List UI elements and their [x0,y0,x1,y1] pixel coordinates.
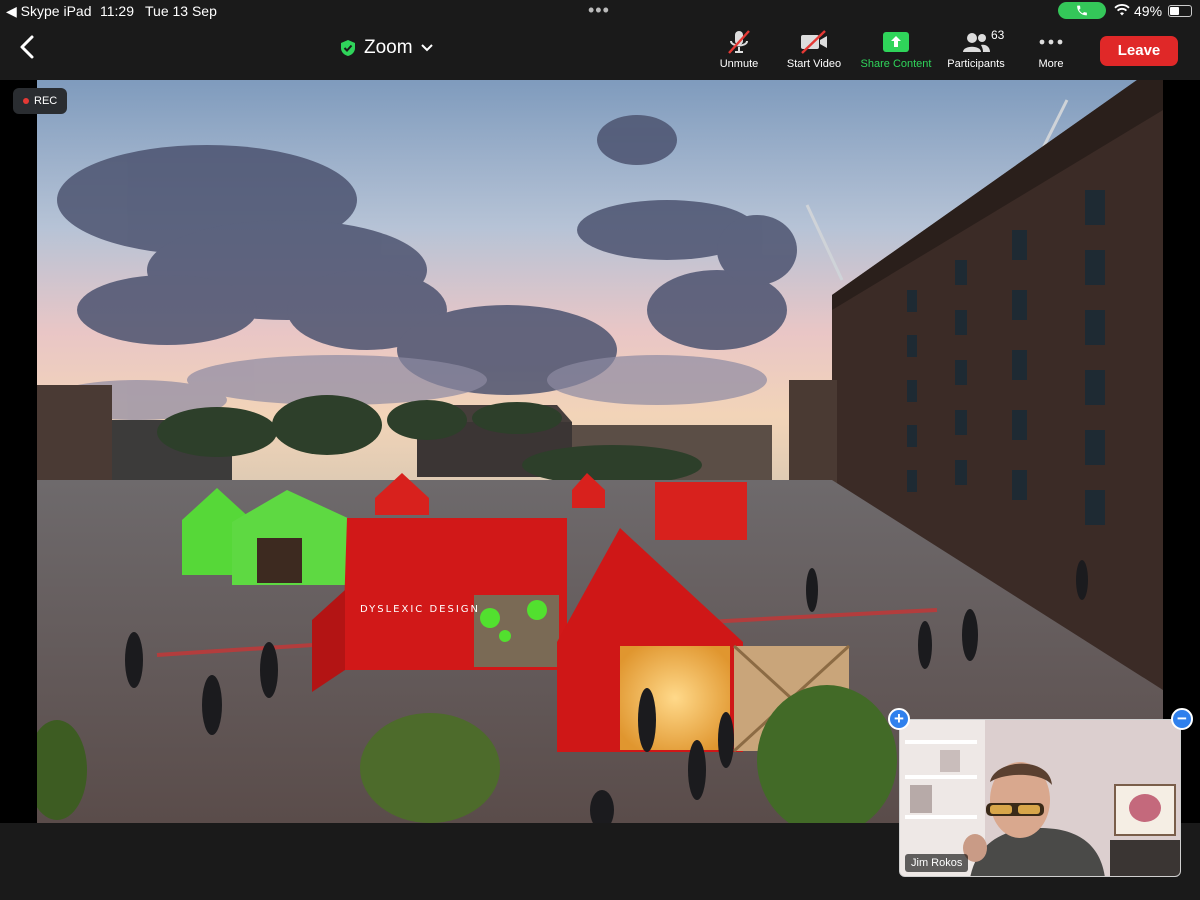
meeting-title-dropdown[interactable]: Zoom [340,36,433,60]
recording-badge: REC [13,88,67,114]
start-video-button[interactable]: Start Video [769,28,859,70]
participant-name-label: Jim Rokos [905,854,969,872]
microphone-muted-icon [728,30,750,54]
minimize-video-button[interactable]: − [1171,708,1193,730]
share-content-label: Share Content [860,58,932,70]
phone-icon [1077,5,1087,16]
shared-photo: DYSLEXIC DESIGN [37,80,1163,823]
start-video-label: Start Video [786,58,842,70]
recording-dot-icon [23,98,29,104]
ios-status-bar: ◀ Skype iPad 11:29 Tue 13 Sep ••• 49% [0,0,1200,22]
participants-count-badge: 63 [991,28,1005,42]
back-to-app-link[interactable]: ◀ Skype iPad [6,3,91,20]
multitasking-dots-icon[interactable]: ••• [588,0,610,21]
minus-icon: − [1177,709,1187,728]
meeting-toolbar: Zoom Unmute Start Video Share Content Pa… [0,22,1200,80]
chevron-left-icon [20,35,34,59]
leave-button[interactable]: Leave [1100,36,1178,66]
battery-icon [1168,5,1192,17]
meeting-title: Zoom [364,37,413,58]
chevron-down-icon [420,44,433,52]
status-date: Tue 13 Sep [145,3,217,19]
more-label: More [1038,58,1064,70]
share-up-arrow-icon [883,32,909,52]
participant-video-tile[interactable]: Jim Rokos [899,719,1181,877]
wifi-icon [1114,3,1130,20]
back-button[interactable] [14,32,42,62]
participants-icon [963,33,990,52]
more-dots-icon [1039,39,1063,45]
battery-fill [1170,7,1179,15]
status-time: 11:29 [100,3,134,19]
shared-screen[interactable]: DYSLEXIC DESIGN [37,80,1163,823]
battery-percent: 49% [1134,3,1163,19]
pavilion-sign-text: DYSLEXIC DESIGN [360,604,480,615]
expand-video-button[interactable]: + [888,708,910,730]
recording-label: REC [34,95,58,107]
plus-icon: + [894,709,904,728]
share-content-button[interactable]: Share Content [851,28,941,70]
more-button[interactable]: More [1006,28,1096,70]
active-call-indicator[interactable] [1058,2,1106,19]
video-camera-off-icon [801,30,827,54]
shield-check-icon [341,40,355,56]
